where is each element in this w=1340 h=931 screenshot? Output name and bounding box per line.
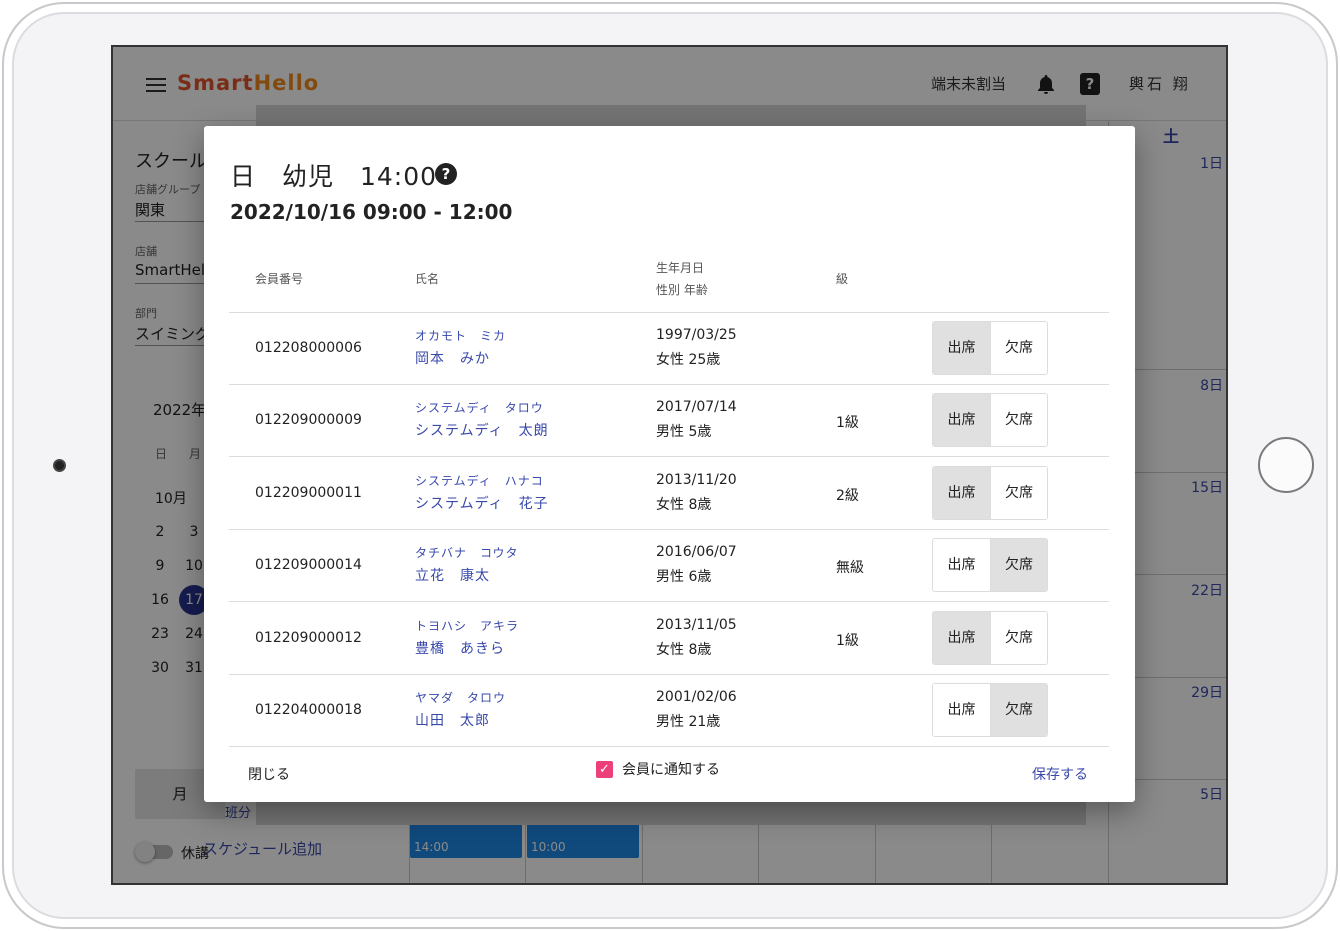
header-gender-age: 性別 年齢: [656, 283, 708, 297]
member-birthdate: 2001/02/06: [656, 689, 737, 705]
attend-button[interactable]: 出席: [933, 611, 990, 664]
member-id: 012204000018: [255, 702, 362, 718]
table-row: 012209000011 システムディ ハナコ システムディ 花子 2013/11/2…: [229, 458, 1109, 530]
attend-button[interactable]: 出席: [933, 684, 990, 736]
attendance-toggle: 出席 欠席: [932, 321, 1048, 375]
member-name-kana[interactable]: システムディ タロウ: [415, 399, 544, 416]
absent-button[interactable]: 欠席: [990, 322, 1047, 374]
member-gender-age: 男性 5歳: [656, 424, 712, 441]
save-button[interactable]: 保存する: [1032, 764, 1088, 784]
camera-icon: [53, 459, 66, 472]
notify-checkbox[interactable]: ✓: [596, 761, 613, 778]
member-name-kana[interactable]: タチバナ コウタ: [415, 544, 519, 561]
notify-checkbox-label[interactable]: 会員に通知する: [622, 759, 720, 779]
member-grade: 1級: [836, 415, 859, 432]
header-member-id: 会員番号: [255, 272, 304, 286]
member-id: 012209000012: [255, 629, 362, 646]
header-birth: 生年月日: [656, 261, 705, 275]
attendance-toggle: 出席 欠席: [932, 610, 1048, 665]
attendance-toggle: 出席 欠席: [932, 393, 1048, 448]
member-name-kana[interactable]: ヤマダ タロウ: [415, 689, 506, 706]
dialog-title: 日 幼児 14:00: [230, 162, 438, 191]
absent-button[interactable]: 欠席: [990, 611, 1047, 664]
attendance-dialog: 日 幼児 14:00 ? 2022/10/16 09:00 - 12:00 会員…: [204, 126, 1135, 802]
home-button[interactable]: [1258, 437, 1314, 493]
member-name-link[interactable]: 豊橋 あきら: [415, 638, 505, 658]
absent-button[interactable]: 欠席: [990, 684, 1047, 736]
help-circle-icon[interactable]: ?: [435, 163, 457, 185]
member-birthdate: 2013/11/05: [656, 616, 737, 633]
member-birthdate: 2013/11/20: [656, 471, 737, 488]
member-gender-age: 男性 21歳: [656, 714, 721, 730]
member-name-link[interactable]: 立花 康太: [415, 565, 490, 585]
attend-button[interactable]: 出席: [933, 466, 990, 519]
member-id: 012209000011: [255, 484, 362, 501]
member-grade: 1級: [836, 632, 859, 649]
member-birthdate: 1997/03/25: [656, 327, 737, 343]
attendance-toggle: 出席 欠席: [932, 683, 1048, 737]
member-id: 012209000009: [255, 412, 362, 429]
member-name-kana[interactable]: システムディ ハナコ: [415, 472, 544, 489]
attend-button[interactable]: 出席: [933, 539, 990, 592]
member-name-link[interactable]: 岡本 みか: [415, 348, 490, 368]
member-grade: 2級: [836, 487, 859, 504]
table-row: 012209000012 トヨハシ アキラ 豊橋 あきら 2013/11/05 女性 8…: [229, 603, 1109, 675]
member-birthdate: 2017/07/14: [656, 399, 737, 416]
dialog-subtitle: 2022/10/16 09:00 - 12:00: [230, 200, 513, 224]
table-row: 012204000018 ヤマダ タロウ 山田 太郎 2001/02/06 男性 21歳…: [229, 675, 1109, 747]
member-name-link[interactable]: システムディ 太朗: [415, 420, 549, 440]
member-gender-age: 女性 8歳: [656, 496, 712, 513]
member-name-link[interactable]: 山田 太郎: [415, 710, 490, 730]
member-gender-age: 女性 8歳: [656, 641, 712, 658]
absent-button[interactable]: 欠席: [990, 466, 1047, 519]
member-gender-age: 女性 25歳: [656, 352, 721, 368]
member-gender-age: 男性 6歳: [656, 569, 712, 586]
attendance-toggle: 出席 欠席: [932, 538, 1048, 593]
attend-button[interactable]: 出席: [933, 322, 990, 374]
attendance-toggle: 出席 欠席: [932, 465, 1048, 520]
member-id: 012208000006: [255, 340, 362, 356]
member-name-kana[interactable]: オカモト ミカ: [415, 327, 506, 344]
table-row: 012209000014 タチバナ コウタ 立花 康太 2016/06/07 男性 6歳…: [229, 530, 1109, 603]
table-row: 012208000006 オカモト ミカ 岡本 みか 1997/03/25 女性 25歳…: [229, 313, 1109, 385]
member-name-kana[interactable]: トヨハシ アキラ: [415, 617, 519, 634]
member-birthdate: 2016/06/07: [656, 544, 737, 561]
member-grade: 無級: [836, 560, 864, 577]
header-name: 氏名: [415, 272, 440, 286]
member-id: 012209000014: [255, 557, 362, 574]
close-button[interactable]: 閉じる: [248, 764, 290, 784]
header-grade: 級: [836, 272, 849, 286]
table-row: 012209000009 システムディ タロウ システムディ 太朗 2017/07/1…: [229, 385, 1109, 458]
attend-button[interactable]: 出席: [933, 394, 990, 447]
absent-button[interactable]: 欠席: [990, 394, 1047, 447]
member-name-link[interactable]: システムディ 花子: [415, 493, 549, 513]
absent-button[interactable]: 欠席: [990, 539, 1047, 592]
